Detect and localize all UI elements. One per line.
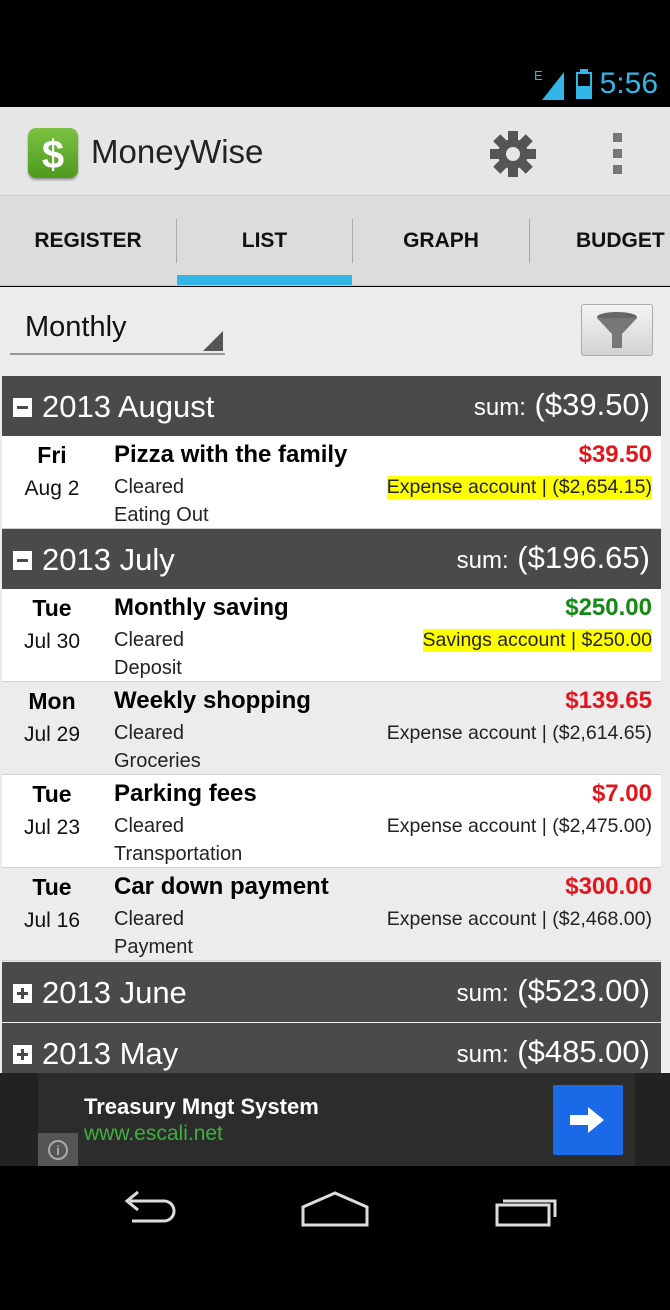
home-icon (301, 1191, 369, 1227)
transaction-day: Tue (32, 874, 72, 900)
collapse-icon[interactable] (13, 398, 32, 417)
dropdown-arrow-icon (203, 331, 223, 351)
transaction-account-balance: Expense account | ($2,614.65) (386, 722, 652, 744)
transaction-title: Monthly saving (114, 594, 289, 621)
month-group-sum: sum: ($39.50) (473, 387, 650, 422)
transaction-date: Aug 2 (24, 477, 80, 500)
tab-budget[interactable]: BUDGET (530, 196, 670, 286)
action-bar: $ MoneyWise (0, 107, 670, 195)
ad-go-button[interactable] (553, 1085, 623, 1155)
transaction-status: Cleared (114, 815, 185, 837)
transaction-title: Pizza with the family (114, 441, 348, 468)
month-group-header[interactable]: 2013 June sum: ($523.00) (2, 962, 661, 1022)
transaction-amount: $250.00 (565, 594, 652, 621)
transaction-account-balance: Savings account | $250.00 (422, 629, 652, 652)
transaction-category: Groceries (114, 750, 201, 772)
tab-list[interactable]: LIST (177, 196, 352, 286)
month-group-header[interactable]: 2013 July sum: ($196.65) (2, 529, 661, 589)
transaction-account-balance: Expense account | ($2,654.15) (386, 476, 652, 499)
tab-bar: REGISTER LIST GRAPH BUDGET (0, 195, 670, 286)
transaction-status: Cleared (114, 908, 185, 930)
month-group-header[interactable]: 2013 August sum: ($39.50) (2, 376, 661, 436)
app-title: MoneyWise (91, 133, 264, 170)
transaction-amount: $39.50 (578, 441, 652, 468)
tab-register[interactable]: REGISTER (0, 196, 176, 286)
expand-icon[interactable] (13, 1045, 32, 1064)
transaction-amount: $300.00 (565, 873, 652, 900)
network-type-text: E (534, 68, 543, 83)
ad-title[interactable]: Treasury Mngt System (84, 1094, 319, 1120)
transaction-list-screen: Monthly 2013 August sum: ($39.50) Fri Au… (0, 287, 670, 1073)
mobile-signal-icon: E (534, 68, 564, 100)
status-bar: E 5:56 (0, 60, 670, 107)
transaction-status: Cleared (114, 476, 185, 498)
transaction-account-balance: Expense account | ($2,468.00) (386, 908, 652, 930)
transaction-row[interactable]: Tue Jul 16 Car down payment Cleared Paym… (2, 868, 661, 961)
transaction-title: Weekly shopping (114, 687, 311, 714)
transaction-title: Parking fees (114, 780, 257, 807)
transaction-day: Mon (28, 688, 76, 714)
transaction-day: Tue (32, 595, 72, 621)
dollar-icon: $ (42, 133, 64, 177)
transaction-status: Cleared (114, 629, 185, 651)
month-group-sum: sum: ($196.65) (456, 540, 650, 575)
transaction-amount: $7.00 (591, 780, 652, 807)
transaction-row[interactable]: Mon Jul 29 Weekly shopping Cleared Groce… (2, 682, 661, 775)
ad-url[interactable]: www.escali.net (84, 1122, 223, 1146)
expand-icon[interactable] (13, 984, 32, 1003)
transaction-account-balance: Expense account | ($2,475.00) (386, 815, 652, 837)
period-dropdown-value: Monthly (25, 311, 127, 343)
transaction-status: Cleared (114, 722, 185, 744)
transaction-category: Eating Out (114, 504, 209, 526)
home-button[interactable] (295, 1184, 375, 1234)
filter-funnel-icon (597, 312, 637, 348)
back-icon (124, 1190, 176, 1223)
gear-icon[interactable] (488, 129, 538, 179)
month-group-title: 2013 July (42, 542, 175, 577)
transaction-row[interactable]: Tue Jul 23 Parking fees Cleared Transpor… (2, 775, 661, 868)
filter-button[interactable] (581, 304, 653, 356)
month-group-sum: sum: ($485.00) (456, 1034, 650, 1069)
transaction-category: Payment (114, 936, 193, 958)
recent-apps-button[interactable] (482, 1184, 562, 1234)
recent-apps-icon (495, 1199, 557, 1227)
clock: 5:56 (599, 67, 658, 100)
battery-icon (575, 69, 592, 99)
transaction-category: Deposit (114, 657, 182, 679)
transaction-date: Jul 29 (23, 723, 81, 746)
transaction-date: Jul 23 (23, 816, 81, 839)
month-group-sum: sum: ($523.00) (456, 973, 650, 1008)
overflow-menu-icon[interactable] (602, 133, 632, 175)
period-dropdown[interactable]: Monthly (10, 307, 225, 355)
svg-text:$: $ (42, 133, 64, 177)
month-group-title: 2013 August (42, 389, 215, 424)
app-logo[interactable]: $ (28, 128, 78, 178)
collapse-icon[interactable] (13, 551, 32, 570)
transaction-day: Fri (37, 442, 67, 468)
transaction-date: Jul 30 (23, 630, 81, 653)
ad-banner[interactable]: Treasury Mngt System www.escali.net i (0, 1073, 670, 1166)
month-group-title: 2013 May (42, 1036, 179, 1071)
transaction-title: Car down payment (114, 873, 329, 900)
month-group-title: 2013 June (42, 975, 187, 1010)
transaction-date: Jul 16 (23, 909, 81, 932)
transaction-row[interactable]: Tue Jul 30 Monthly saving Cleared Deposi… (2, 589, 661, 682)
svg-text:i: i (56, 1143, 60, 1158)
arrow-right-icon (570, 1107, 604, 1133)
transaction-day: Tue (32, 781, 72, 807)
selected-tab-indicator (177, 275, 352, 285)
transaction-category: Transportation (114, 843, 243, 865)
month-group-header[interactable]: 2013 May sum: ($485.00) (2, 1023, 661, 1073)
navigation-bar (0, 1166, 670, 1252)
transaction-amount: $139.65 (565, 687, 652, 714)
info-icon[interactable]: i (38, 1133, 78, 1166)
transaction-row[interactable]: Fri Aug 2 Pizza with the family Cleared … (2, 436, 661, 529)
tab-graph[interactable]: GRAPH (353, 196, 529, 286)
back-button[interactable] (108, 1184, 188, 1234)
